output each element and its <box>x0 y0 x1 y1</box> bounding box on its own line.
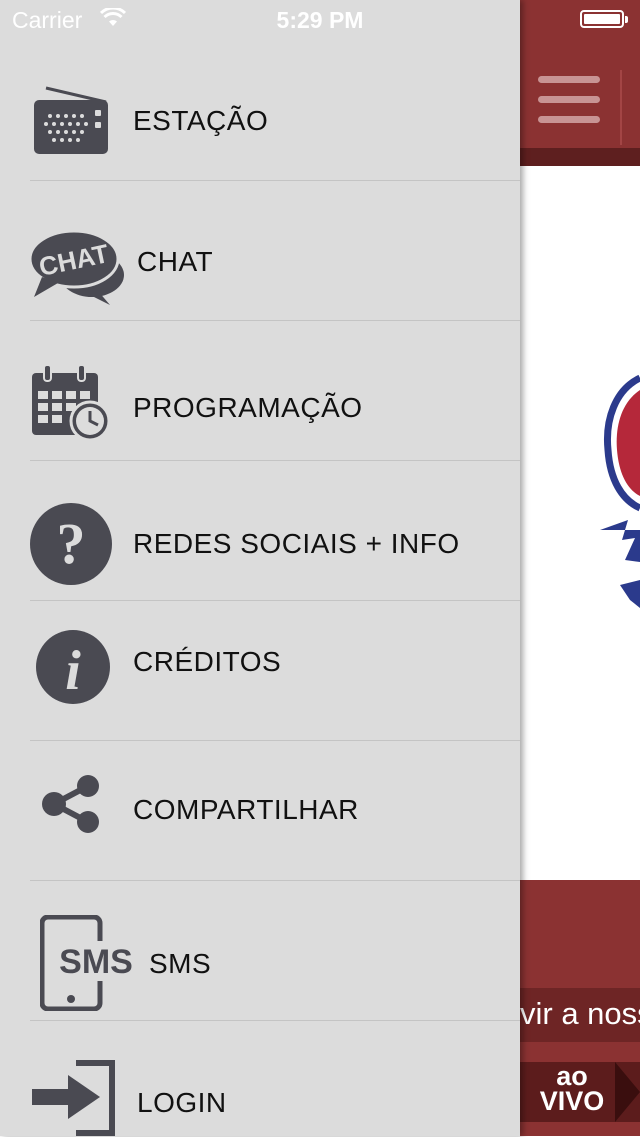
login-icon <box>32 1060 115 1136</box>
side-menu: ESTAÇÃO CHAT CHAT PROGRAMAÇÃO ? REDES SO… <box>0 0 520 1136</box>
header-divider <box>620 70 622 145</box>
menu-item-sms[interactable]: SMS SMS <box>0 881 520 1020</box>
ticker-text: vir a noss <box>520 996 640 1031</box>
question-icon: ? <box>30 503 112 585</box>
live-badge-text: ao VIVO <box>532 1063 612 1116</box>
menu-item-label: CRÉDITOS <box>133 646 282 677</box>
menu-item-programacao[interactable]: PROGRAMAÇÃO <box>0 321 520 460</box>
menu-item-label: PROGRAMAÇÃO <box>133 392 363 423</box>
menu-item-estacao[interactable]: ESTAÇÃO <box>0 40 520 180</box>
station-logo-icon <box>600 374 640 608</box>
svg-text:i: i <box>65 640 81 702</box>
battery-icon <box>580 10 628 28</box>
news-ticker: vir a noss <box>520 988 640 1042</box>
sms-phone-icon: SMS <box>40 915 134 1011</box>
menu-item-label: LOGIN <box>137 1087 227 1118</box>
sms-icon-text: SMS <box>59 943 133 981</box>
menu-item-label: SMS <box>149 948 212 979</box>
menu-item-label: REDES SOCIAIS + INFO <box>133 528 460 559</box>
status-bar: Carrier 5:29 PM <box>0 0 640 40</box>
live-button[interactable]: ao VIVO <box>520 1062 640 1122</box>
play-arrow-icon <box>615 1062 640 1122</box>
menu-item-chat[interactable]: CHAT CHAT <box>0 181 520 320</box>
menu-item-label: COMPARTILHAR <box>133 794 359 825</box>
radio-icon <box>34 86 108 154</box>
menu-item-label: CHAT <box>137 246 214 277</box>
menu-item-creditos[interactable]: i CRÉDITOS <box>0 601 520 740</box>
live-badge-line2: VIVO <box>539 1086 605 1116</box>
share-icon <box>42 775 99 833</box>
header-strip <box>520 148 640 166</box>
menu-item-login[interactable]: LOGIN <box>0 1021 520 1136</box>
clock: 5:29 PM <box>276 7 364 33</box>
info-icon: i <box>36 630 110 704</box>
menu-item-label: ESTAÇÃO <box>133 105 269 136</box>
chat-bubbles-icon: CHAT <box>28 229 124 305</box>
menu-icon[interactable] <box>538 76 600 123</box>
main-content: vir a noss ao VIVO <box>520 0 640 1136</box>
menu-item-compartilhar[interactable]: COMPARTILHAR <box>0 741 520 880</box>
calendar-clock-icon <box>32 365 111 441</box>
menu-item-redes-sociais[interactable]: ? REDES SOCIAIS + INFO <box>0 461 520 600</box>
svg-text:?: ? <box>57 511 86 576</box>
